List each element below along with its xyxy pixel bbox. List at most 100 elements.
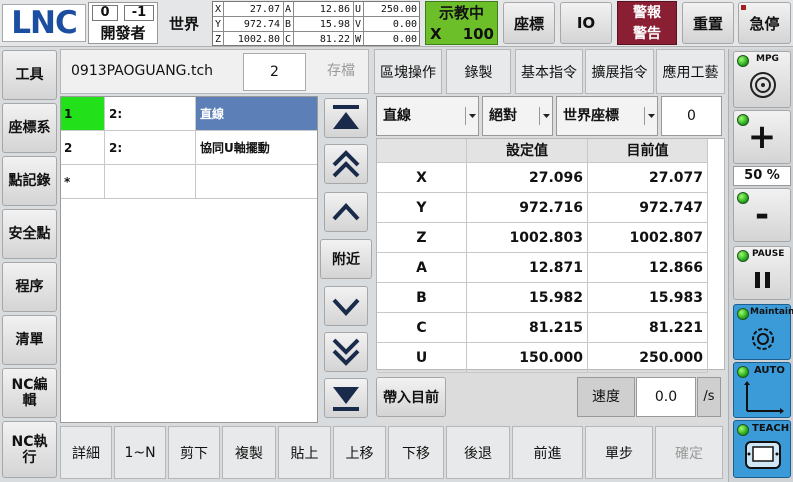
axis-value: 1002.80: [237, 34, 280, 45]
axis-name-cell: Y: [377, 193, 467, 223]
current-value-cell: 27.077: [588, 163, 708, 193]
motion-mode-select[interactable]: 絕對: [482, 96, 553, 136]
line-down-button[interactable]: [324, 286, 368, 326]
alarm-panel[interactable]: 警報 警告: [617, 1, 677, 45]
axis-value: 81.22: [319, 34, 350, 45]
bottom-action-button[interactable]: 確定: [655, 426, 723, 479]
program-line-number[interactable]: 2: [61, 131, 105, 165]
sidebar-item[interactable]: 點記錄: [2, 156, 57, 206]
speed-field[interactable]: 0.0: [636, 377, 696, 417]
sidebar-item[interactable]: NC編輯: [2, 368, 57, 418]
program-line-tool[interactable]: 2:: [105, 97, 196, 131]
set-value-cell[interactable]: 12.871: [467, 253, 588, 283]
axis-name-cell: X: [377, 163, 467, 193]
sidebar-item[interactable]: 清單: [2, 315, 57, 365]
jump-top-button[interactable]: [324, 98, 368, 138]
teach-mode-button[interactable]: TEACH: [733, 420, 791, 478]
program-line-command[interactable]: 協同U軸擺動: [196, 131, 317, 165]
user-panel[interactable]: 0 -1 開發者: [88, 2, 158, 44]
index-field[interactable]: 0: [661, 96, 722, 136]
application-button[interactable]: 應用工藝: [656, 49, 725, 94]
jump-bottom-button[interactable]: [324, 378, 368, 418]
mpg-button[interactable]: MPG: [733, 51, 791, 108]
program-list[interactable]: 1 2: 直線 2 2: 協同U軸擺動 *: [60, 96, 318, 423]
sidebar-item[interactable]: 安全點: [2, 209, 57, 259]
bottom-action-button[interactable]: 單步: [585, 426, 653, 479]
page-down-button[interactable]: [324, 332, 368, 372]
sidebar-item[interactable]: 工具: [2, 50, 57, 100]
axis-letter: Y: [215, 19, 222, 30]
auto-label: AUTO: [754, 365, 785, 376]
bottom-action-button[interactable]: 詳細: [60, 426, 112, 479]
reset-button[interactable]: 重置: [682, 2, 734, 44]
bottom-action-button[interactable]: 下移: [388, 426, 444, 479]
axis-letter: U: [355, 4, 362, 15]
warning-label: 警告: [633, 26, 661, 42]
user-mode: 開發者: [100, 24, 146, 42]
navigation-column: 附近: [320, 96, 372, 423]
near-button[interactable]: 附近: [320, 239, 372, 279]
apply-current-button[interactable]: 帶入目前: [376, 377, 446, 417]
coord-system-label: 世界: [168, 14, 199, 33]
set-value-cell[interactable]: 27.096: [467, 163, 588, 193]
speed-plus-button[interactable]: +: [733, 110, 791, 164]
speed-minus-button[interactable]: -: [733, 188, 791, 242]
page-up-button[interactable]: [324, 144, 368, 184]
chevron-down-icon: [332, 298, 360, 316]
set-value-cell[interactable]: 150.000: [467, 343, 588, 373]
set-value-cell[interactable]: 972.716: [467, 193, 588, 223]
sidebar-item[interactable]: 座標系: [2, 103, 57, 153]
program-line-number[interactable]: *: [61, 165, 105, 199]
emergency-stop-button[interactable]: 急停: [738, 2, 791, 44]
chevron-up-icon: [332, 203, 360, 221]
set-value-cell[interactable]: 1002.803: [467, 223, 588, 253]
sidebar-item[interactable]: NC執行: [2, 421, 57, 478]
program-line-number[interactable]: 1: [61, 97, 105, 131]
block-operation-button[interactable]: 區塊操作: [374, 49, 442, 94]
bottom-action-button[interactable]: 貼上: [278, 426, 331, 479]
bottom-action-button[interactable]: 後退: [446, 426, 510, 479]
save-button[interactable]: 存檔: [313, 50, 369, 93]
mpg-label: MPG: [756, 54, 779, 64]
estop-indicator-icon: [741, 5, 746, 10]
set-value-cell[interactable]: 15.982: [467, 283, 588, 313]
current-value-cell: 972.747: [588, 193, 708, 223]
record-button[interactable]: 錄製: [446, 49, 511, 94]
bottom-action-button[interactable]: 1~N: [114, 426, 166, 479]
axis-name-cell: U: [377, 343, 467, 373]
alarm-label: 警報: [633, 5, 661, 21]
chevron-down-icon: [539, 107, 552, 125]
current-value-cell: 15.983: [588, 283, 708, 313]
counter-right: -1: [124, 5, 154, 21]
override-display: 50 %: [733, 166, 791, 186]
line-up-button[interactable]: [324, 192, 368, 232]
io-button[interactable]: IO: [560, 2, 612, 44]
program-line-tool[interactable]: [105, 165, 196, 199]
sidebar-item[interactable]: 程序: [2, 262, 57, 312]
motion-type-select[interactable]: 直線: [376, 96, 479, 136]
auto-mode-button[interactable]: AUTO: [733, 362, 791, 418]
set-value-cell[interactable]: 81.215: [467, 313, 588, 343]
double-chevron-up-icon: [332, 150, 360, 178]
motion-panel: 直線 絕對 世界座標 0 設定值 目前值 X 27.096 27.077 Y 972.7…: [376, 96, 725, 423]
minus-led-icon: [737, 192, 749, 204]
program-line-command[interactable]: 直線: [196, 97, 317, 131]
coord-button[interactable]: 座標: [503, 2, 555, 44]
maintain-mode-button[interactable]: Maintain: [733, 304, 793, 360]
bottom-action-button[interactable]: 前進: [512, 426, 583, 479]
program-line-tool[interactable]: 2:: [105, 131, 196, 165]
axis-letter: A: [285, 4, 292, 15]
extended-command-button[interactable]: 擴展指令: [585, 49, 654, 94]
line-number-field[interactable]: 2: [243, 53, 306, 91]
bottom-action-button[interactable]: 剪下: [168, 426, 220, 479]
axis-value: 27.07: [249, 4, 280, 15]
basic-command-button[interactable]: 基本指令: [515, 49, 583, 94]
table-header-blank: [377, 139, 467, 163]
axis-value: 972.74: [243, 19, 280, 30]
coordinate-select[interactable]: 世界座標: [556, 96, 658, 136]
bottom-action-button[interactable]: 上移: [333, 426, 386, 479]
bottom-action-button[interactable]: 複製: [222, 426, 276, 479]
pause-button[interactable]: PAUSE: [733, 246, 791, 300]
pause-led-icon: [737, 250, 749, 262]
program-line-command[interactable]: [196, 165, 317, 199]
